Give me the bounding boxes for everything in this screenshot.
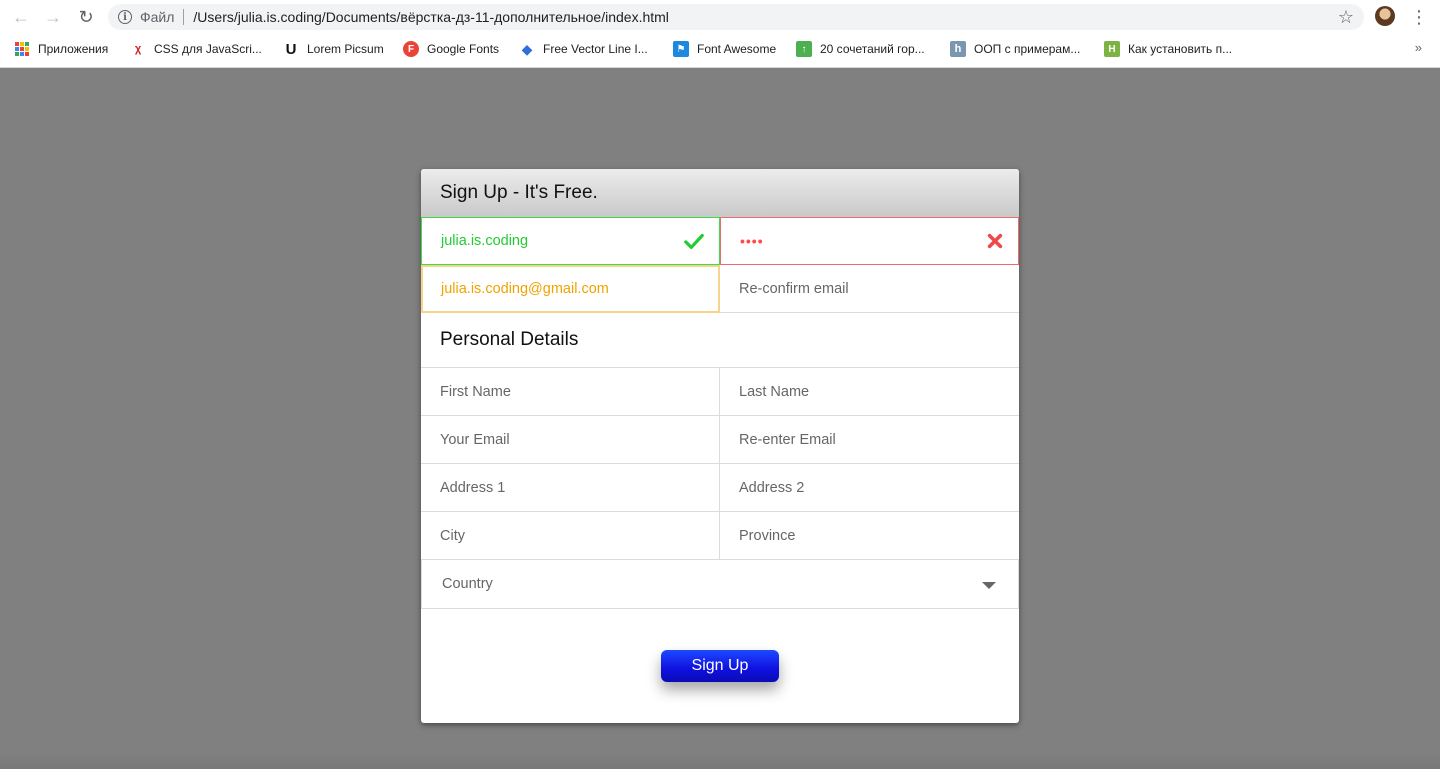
bookmark-how-to-install[interactable]: H Как установить п... — [1104, 36, 1232, 62]
scheme-label: Файл — [140, 9, 175, 25]
profile-avatar[interactable] — [1375, 6, 1395, 26]
address-row: Address 1 Address 2 — [421, 464, 1019, 512]
your-email-field[interactable]: Your Email — [421, 416, 720, 464]
last-name-field[interactable]: Last Name — [720, 368, 1019, 416]
dropdown-caret-icon — [982, 582, 996, 589]
name-row: First Name Last Name — [421, 368, 1019, 416]
back-arrow-icon[interactable]: ← — [10, 6, 32, 28]
bookmark-css-js[interactable]: χ CSS для JavaScri... — [130, 36, 262, 62]
your-email-placeholder: Your Email — [440, 431, 510, 448]
reload-icon[interactable]: ↻ — [75, 6, 97, 28]
bookmark-apps[interactable]: Приложения — [14, 36, 108, 62]
url-text[interactable]: /Users/julia.is.coding/Documents/вёрстка… — [193, 9, 669, 25]
credentials-row: julia.is.coding •••• — [421, 217, 1019, 265]
kebab-menu-icon[interactable]: ⋮ — [1410, 6, 1428, 28]
address1-field[interactable]: Address 1 — [421, 464, 720, 512]
personal-details-heading: Personal Details — [421, 313, 1019, 368]
forward-arrow-icon[interactable]: → — [42, 6, 64, 28]
email-field[interactable]: julia.is.coding@gmail.com — [421, 265, 720, 313]
reenter-email-field[interactable]: Re-enter Email — [720, 416, 1019, 464]
bookmarks-overflow-icon[interactable]: » — [1415, 40, 1422, 55]
first-name-field[interactable]: First Name — [421, 368, 720, 416]
signup-form: Sign Up - It's Free. julia.is.coding •••… — [421, 169, 1019, 723]
bookmark-20-combos[interactable]: ↑ 20 сочетаний гор... — [796, 36, 925, 62]
check-icon — [684, 233, 704, 250]
bookmark-label: 20 сочетаний гор... — [820, 42, 925, 56]
apps-grid-icon — [14, 41, 30, 57]
contact-email-row: Your Email Re-enter Email — [421, 416, 1019, 464]
bookmark-lorem-picsum[interactable]: U Lorem Picsum — [283, 36, 384, 62]
location-row: City Province — [421, 512, 1019, 560]
browser-toolbar: ← → ↻ i Файл /Users/julia.is.coding/Docu… — [0, 0, 1440, 34]
diamond-icon: ◆ — [521, 40, 533, 57]
address1-placeholder: Address 1 — [440, 479, 506, 496]
bookmark-label: CSS для JavaScri... — [154, 42, 262, 56]
province-placeholder: Province — [739, 527, 796, 544]
bookmark-label: Как установить п... — [1128, 42, 1233, 56]
bookmark-google-fonts[interactable]: F Google Fonts — [403, 36, 499, 62]
divider — [183, 9, 185, 25]
form-title: Sign Up - It's Free. — [421, 169, 1019, 217]
password-value: •••• — [740, 233, 764, 249]
page-bottom-shadow — [0, 753, 1440, 769]
province-field[interactable]: Province — [720, 512, 1019, 560]
bookmark-oop[interactable]: h ООП с примерам... — [950, 36, 1080, 62]
address2-placeholder: Address 2 — [739, 479, 805, 496]
google-fonts-icon: F — [403, 41, 419, 57]
country-selected-value: Country — [442, 576, 493, 592]
submit-area: Sign Up — [421, 650, 1019, 682]
city-field[interactable]: City — [421, 512, 720, 560]
address2-field[interactable]: Address 2 — [720, 464, 1019, 512]
bookmark-free-vector[interactable]: ◆ Free Vector Line I... — [519, 36, 648, 62]
bookmark-label: Font Awesome — [697, 42, 777, 56]
bookmarks-bar: Приложения χ CSS для JavaScri... U Lorem… — [0, 36, 1440, 62]
lorem-picsum-icon: U — [285, 40, 297, 58]
bookmark-label: ООП с примерам... — [974, 42, 1081, 56]
bookmark-font-awesome[interactable]: ⚑ Font Awesome — [673, 36, 776, 62]
page-backdrop: Sign Up - It's Free. julia.is.coding •••… — [0, 68, 1440, 769]
info-icon[interactable]: i — [118, 10, 132, 24]
reenter-email-placeholder: Re-enter Email — [739, 431, 836, 448]
bookmark-star-icon[interactable]: ☆ — [1338, 7, 1354, 28]
username-value: julia.is.coding — [441, 233, 529, 249]
city-placeholder: City — [440, 527, 465, 544]
browser-chrome: ← → ↻ i Файл /Users/julia.is.coding/Docu… — [0, 0, 1440, 68]
habr-icon: h — [950, 41, 966, 57]
css-figure-icon: χ — [134, 43, 142, 55]
bookmark-label: Free Vector Line I... — [543, 42, 648, 56]
email-value: julia.is.coding@gmail.com — [441, 281, 609, 297]
first-name-placeholder: First Name — [440, 383, 511, 400]
country-select[interactable]: Country — [421, 560, 1019, 609]
cross-icon — [987, 233, 1003, 249]
last-name-placeholder: Last Name — [739, 383, 810, 400]
bookmark-label: Lorem Picsum — [307, 42, 384, 56]
address-bar[interactable]: i Файл /Users/julia.is.coding/Documents/… — [108, 4, 1364, 30]
site-green-icon: ↑ — [796, 41, 812, 57]
font-awesome-flag-icon: ⚑ — [673, 41, 689, 57]
site-green-h-icon: H — [1104, 41, 1120, 57]
password-field[interactable]: •••• — [720, 217, 1019, 265]
reconfirm-email-field[interactable]: Re-confirm email — [720, 265, 1019, 313]
email-row: julia.is.coding@gmail.com Re-confirm ema… — [421, 265, 1019, 313]
sign-up-button[interactable]: Sign Up — [661, 650, 779, 682]
bookmark-label: Google Fonts — [427, 42, 500, 56]
bookmark-label: Приложения — [38, 42, 109, 56]
username-field[interactable]: julia.is.coding — [421, 217, 720, 265]
reconfirm-email-placeholder: Re-confirm email — [739, 280, 849, 297]
